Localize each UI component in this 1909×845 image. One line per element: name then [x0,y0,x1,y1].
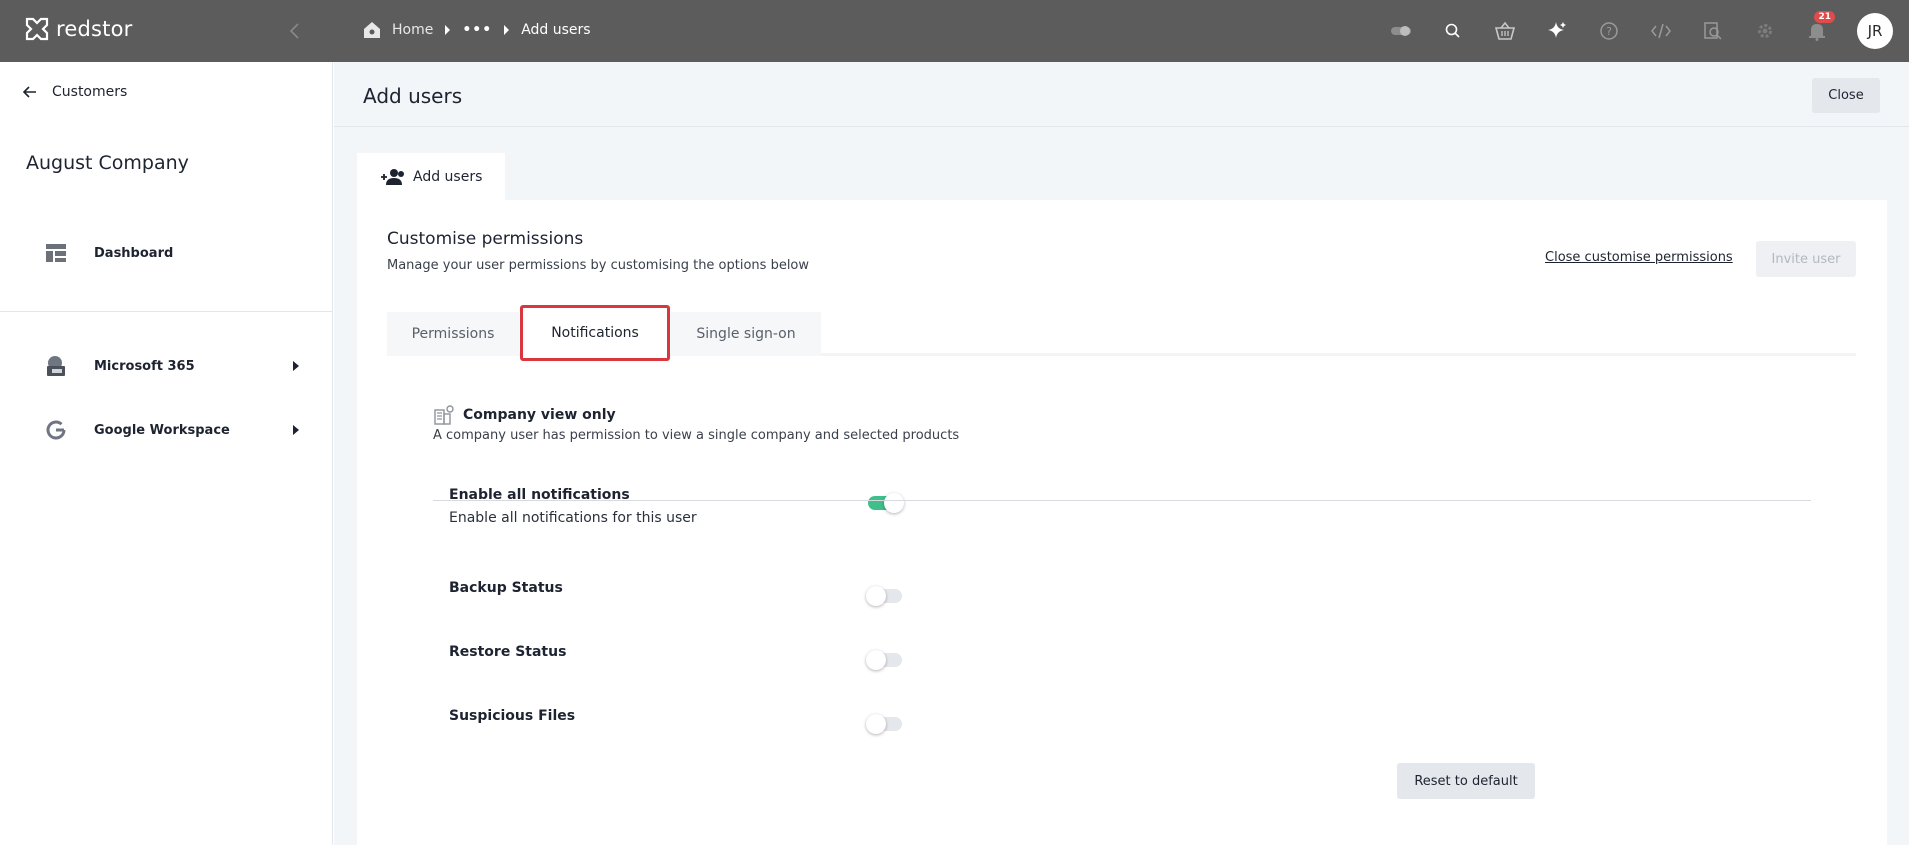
sidebar-item-label: Google Workspace [94,422,230,438]
top-icon-bar: ? 21 JR [1389,0,1909,62]
brand-name: redstor [56,17,133,41]
role-description: A company user has permission to view a … [433,428,960,443]
notifications-divider [433,500,1811,501]
help-icon[interactable]: ? [1597,19,1621,43]
sparkle-icon[interactable] [1545,19,1569,43]
tab-label: Add users [413,168,483,185]
code-icon[interactable] [1649,19,1673,43]
basket-icon[interactable] [1493,19,1517,43]
back-link-label: Customers [52,84,128,100]
invite-user-button[interactable]: Invite user [1756,241,1856,277]
suspicious-files-row: Suspicious Files [449,708,575,724]
toggle-knob [866,650,886,670]
backup-status-row: Backup Status [449,580,563,596]
restore-status-row: Restore Status [449,644,566,660]
enable-all-notifications-toggle[interactable] [868,493,904,513]
toggle-icon[interactable] [1389,19,1413,43]
chevron-right-icon [293,361,299,371]
sidebar-item-dashboard[interactable]: Dashboard [44,241,299,265]
chevron-right-icon [293,425,299,435]
permissions-card: Customise permissions Manage your user p… [357,200,1887,845]
arrow-left-icon [22,86,36,98]
notification-count-badge: 21 [1814,11,1835,23]
close-button[interactable]: Close [1812,78,1880,113]
suspicious-files-toggle[interactable] [866,714,902,734]
card-title: Customise permissions [387,229,584,249]
sidebar-item-google-workspace[interactable]: Google Workspace [44,418,299,442]
tab-add-users[interactable]: Add users [357,153,505,200]
inspect-icon[interactable] [1701,19,1725,43]
permission-subtabs: Permissions Notifications Single sign-on [387,305,1856,361]
search-icon[interactable] [1441,19,1465,43]
home-icon[interactable] [362,20,382,40]
svg-text:?: ? [1606,25,1612,38]
brand-logo[interactable]: redstor [24,16,132,42]
backup-status-label: Backup Status [449,580,563,596]
toggle-knob [884,493,904,513]
back-to-customers-link[interactable]: Customers [22,84,127,100]
bell-icon[interactable]: 21 [1805,11,1835,43]
google-icon [44,418,68,442]
suspicious-files-label: Suspicious Files [449,708,576,724]
dashboard-icon [44,241,68,265]
add-users-icon [381,168,404,185]
backup-status-toggle[interactable] [866,586,902,606]
collapse-sidebar-button[interactable] [282,18,308,44]
reset-to-default-button[interactable]: Reset to default [1397,763,1535,799]
enable-all-notifications-row: Enable all notifications Enable all noti… [449,487,697,526]
sidebar: Customers August Company Dashboard Micro… [0,62,333,845]
tab-permissions[interactable]: Permissions [387,312,519,356]
user-avatar[interactable]: JR [1857,13,1893,49]
breadcrumb-current: Add users [521,22,591,38]
company-building-icon [434,405,454,425]
microsoft-365-icon [44,354,68,378]
gear-icon[interactable] [1753,19,1777,43]
company-name: August Company [26,152,189,174]
main-content: Add users Close Add users Customise perm… [334,62,1909,845]
chevron-left-icon [289,23,299,39]
restore-status-toggle[interactable] [866,650,902,670]
toggle-knob [866,714,886,734]
top-bar: redstor Home ••• Add users ? 21 JR [0,0,1909,62]
restore-status-label: Restore Status [449,644,567,660]
tab-notifications[interactable]: Notifications [520,305,670,361]
tab-single-sign-on[interactable]: Single sign-on [671,312,821,356]
role-heading: Company view only [433,404,616,426]
breadcrumb-separator [504,25,510,35]
breadcrumb: Home ••• Add users [362,20,591,40]
sidebar-divider [0,311,333,312]
role-title: Company view only [463,407,616,423]
enable-all-sublabel: Enable all notifications for this user [449,510,697,526]
breadcrumb-separator [445,25,451,35]
page-header: Add users Close [334,62,1909,127]
redstor-logo-icon [25,17,49,41]
page-title: Add users [363,84,463,108]
sidebar-item-label: Dashboard [94,245,174,261]
toggle-knob [866,586,886,606]
card-subtitle: Manage your user permissions by customis… [387,258,810,273]
close-customise-permissions-link[interactable]: Close customise permissions [1545,250,1733,265]
breadcrumb-home[interactable]: Home [392,22,433,38]
sidebar-item-label: Microsoft 365 [94,358,195,374]
sidebar-item-microsoft-365[interactable]: Microsoft 365 [44,354,299,378]
breadcrumb-ellipsis[interactable]: ••• [462,22,492,38]
